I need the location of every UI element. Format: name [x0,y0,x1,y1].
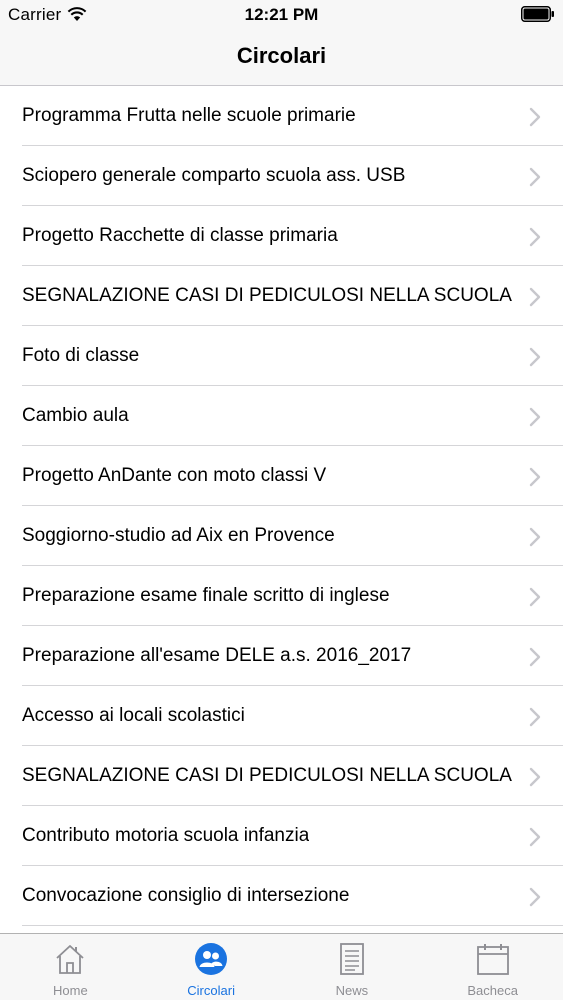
list-item[interactable]: Cambio aula [0,386,563,446]
list-item[interactable]: Foto di classe [0,326,563,386]
chevron-right-icon [529,647,541,667]
list-item-label: Accesso ai locali scolastici [22,705,245,726]
top-bar: Carrier 12:21 PM Circolari [0,0,563,86]
chevron-right-icon [529,407,541,427]
tab-home[interactable]: Home [0,934,141,1000]
tab-label: Home [53,983,88,998]
chevron-right-icon [529,707,541,727]
list-item[interactable]: Soggiorno-studio ad Aix en Provence [0,506,563,566]
tab-circolari[interactable]: Circolari [141,934,282,1000]
list-item[interactable]: Sciopero generale comparto scuola ass. U… [0,146,563,206]
tab-bacheca[interactable]: Bacheca [422,934,563,1000]
chevron-right-icon [529,527,541,547]
list-item-label: Preparazione esame finale scritto di ing… [22,585,390,606]
list-item[interactable]: Programma Frutta nelle scuole primarie [0,86,563,146]
tab-label: Circolari [187,983,235,998]
list-item[interactable]: Preparazione esame finale scritto di ing… [0,566,563,626]
list-item-label: Programma Frutta nelle scuole primarie [22,105,356,126]
chevron-right-icon [529,167,541,187]
list-item-label: Contributo motoria scuola infanzia [22,825,310,846]
chevron-right-icon [529,107,541,127]
people-icon [195,943,228,975]
list-item[interactable]: Preparazione all'esame DELE a.s. 2016_20… [0,626,563,686]
chevron-right-icon [529,767,541,787]
list-item[interactable]: Contributo motoria scuola infanzia [0,806,563,866]
list-item-label: SEGNALAZIONE CASI DI PEDICULOSI NELLA SC… [22,285,512,306]
status-bar: Carrier 12:21 PM [0,0,563,28]
chevron-right-icon [529,827,541,847]
circolari-list: Programma Frutta nelle scuole primarie Sc… [0,86,563,933]
list-item-label: SEGNALAZIONE CASI DI PEDICULOSI NELLA SC… [22,765,512,786]
status-time: 12:21 PM [244,5,319,24]
tab-bar: Home Circolari News Bacheca [0,933,563,1000]
tab-label: News [335,983,369,998]
battery-icon [521,6,554,22]
list-item-label: Convocazione consiglio di intersezione [22,885,350,906]
chevron-right-icon [529,347,541,367]
app-screen: Carrier 12:21 PM Circolari Programma Fru… [0,0,563,1000]
list-item[interactable]: Progetto AnDante con moto classi V [0,446,563,506]
tab-label: Bacheca [467,983,518,998]
chevron-right-icon [529,587,541,607]
list-item-label: Soggiorno-studio ad Aix en Provence [22,525,335,546]
chevron-right-icon [529,287,541,307]
list-item[interactable]: Accesso ai locali scolastici [0,686,563,746]
list-item-label: Foto di classe [22,345,140,366]
list-item-label: Progetto Racchette di classe primaria [22,225,338,246]
home-icon [56,945,84,974]
list-item[interactable]: Convocazione consiglio di intersezione [0,866,563,926]
list-item-label: Progetto AnDante con moto classi V [22,465,327,486]
newspaper-icon [339,943,364,975]
tab-news[interactable]: News [282,934,423,1000]
chevron-right-icon [529,467,541,487]
chevron-right-icon [529,887,541,907]
list-item-label: Sciopero generale comparto scuola ass. U… [22,165,406,186]
list-item-label: Cambio aula [22,405,129,426]
list-item[interactable]: SEGNALAZIONE CASI DI PEDICULOSI NELLA SC… [0,266,563,326]
list-item[interactable]: SEGNALAZIONE CASI DI PEDICULOSI NELLA SC… [0,746,563,806]
calendar-icon [476,944,509,975]
list-item-label: Preparazione all'esame DELE a.s. 2016_20… [22,645,412,666]
list-item[interactable]: Progetto Racchette di classe primaria [0,206,563,266]
chevron-right-icon [529,227,541,247]
page-title: Circolari [236,43,327,68]
